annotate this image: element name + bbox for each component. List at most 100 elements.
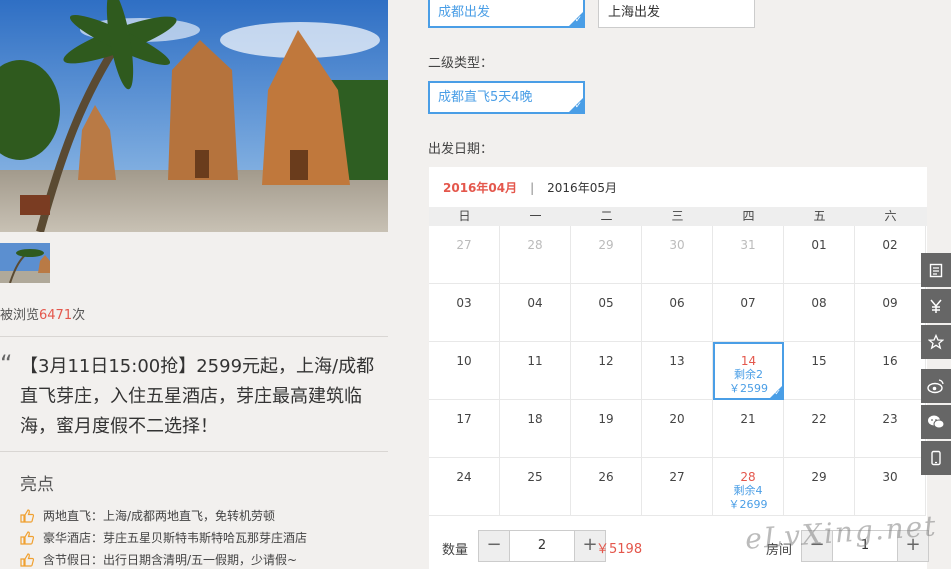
views-number: 6471: [39, 308, 73, 323]
day-number: 19: [598, 412, 614, 426]
calendar-day: 23: [855, 400, 926, 458]
day-number: 26: [598, 470, 614, 484]
month-tab-may[interactable]: 2016年05月: [547, 181, 617, 195]
calendar-day: 19: [571, 400, 642, 458]
calendar-day: 08: [784, 284, 855, 342]
option-shanghai-departure[interactable]: 上海出发: [598, 0, 755, 28]
calendar-day: 27: [642, 458, 713, 516]
day-number: 31: [740, 238, 756, 252]
calendar-day: 30: [855, 458, 926, 516]
calendar-day: 02: [855, 226, 926, 284]
day-number: 20: [669, 412, 685, 426]
day-number: 15: [811, 354, 827, 368]
day-number: 18: [527, 412, 543, 426]
sidebar-favorite-button[interactable]: [921, 325, 951, 359]
calendar-day: 11: [500, 342, 571, 400]
calendar-day: 01: [784, 226, 855, 284]
month-tab-april[interactable]: 2016年04月: [443, 181, 517, 195]
calendar-day: 05: [571, 284, 642, 342]
calendar-day: 18: [500, 400, 571, 458]
highlights-title: 亮点: [20, 475, 54, 495]
day-price: ￥2699: [728, 498, 768, 511]
option-label: 上海出发: [608, 5, 661, 20]
highlight-item: 含节假日：出行日期含清明/五一假期，少请假~: [20, 551, 297, 568]
calendar-day: 29: [784, 458, 855, 516]
sidebar-price-button[interactable]: [921, 289, 951, 323]
day-number: 29: [811, 470, 827, 484]
calendar-day[interactable]: 28 剩余4 ￥2699: [713, 458, 784, 516]
day-number: 13: [669, 354, 685, 368]
option-chengdu-direct[interactable]: 成都直飞5天4晚 ✓: [428, 81, 585, 114]
calendar-day: 04: [500, 284, 571, 342]
booking-panel: 成都出发 ✓ 上海出发 二级类型： 成都直飞5天4晚 ✓ 出发日期： 2016年…: [388, 0, 951, 569]
thumbs-up-icon: [20, 552, 34, 567]
calendar-day: 22: [784, 400, 855, 458]
calendar-day: 03: [429, 284, 500, 342]
mobile-phone-icon: [931, 450, 941, 466]
calendar-day: 27: [429, 226, 500, 284]
calendar-day: 28: [500, 226, 571, 284]
month-switcher: 2016年04月 | 2016年05月: [443, 179, 617, 196]
calendar-day: 17: [429, 400, 500, 458]
day-number: 28: [740, 470, 756, 484]
day-number: 14: [740, 354, 757, 368]
gallery-thumbnail[interactable]: [0, 243, 50, 283]
thumbs-up-icon: [20, 508, 34, 523]
calendar-day: 25: [500, 458, 571, 516]
subtype-label: 二级类型：: [428, 56, 494, 71]
day-number: 28: [527, 238, 543, 252]
quantity-input[interactable]: 2: [509, 531, 575, 561]
day-number: 01: [811, 238, 827, 252]
sidebar-clipboard-button[interactable]: [921, 253, 951, 287]
calendar-day: 30: [642, 226, 713, 284]
views-prefix: 被浏览: [0, 308, 40, 323]
total-price: ￥5198: [596, 542, 643, 557]
option-label: 成都直飞5天4晚: [438, 90, 533, 105]
calendar-day: 26: [571, 458, 642, 516]
calendar-day: 20: [642, 400, 713, 458]
weekday: 一: [529, 209, 542, 223]
day-number: 05: [598, 296, 614, 310]
day-number: 27: [456, 238, 472, 252]
calendar: 2016年04月 | 2016年05月 日 一 二 三 四 五 六 27 28 29 30…: [429, 167, 927, 569]
thumbnail-image: [0, 243, 50, 283]
day-number: 24: [456, 470, 472, 484]
weekday: 二: [600, 209, 613, 223]
sidebar-wechat-button[interactable]: [921, 405, 951, 439]
day-number: 30: [669, 238, 685, 252]
highlight-text: 含节假日：出行日期含清明/五一假期，少请假~: [43, 553, 298, 567]
star-icon: [928, 334, 944, 350]
calendar-day: 10: [429, 342, 500, 400]
option-chengdu-departure[interactable]: 成都出发 ✓: [428, 0, 585, 28]
day-number: 16: [882, 354, 898, 368]
day-number: 29: [598, 238, 614, 252]
day-number: 08: [811, 296, 827, 310]
sidebar-mobile-button[interactable]: [921, 441, 951, 475]
check-icon: ✓: [574, 101, 582, 111]
calendar-day: 12: [571, 342, 642, 400]
weekday: 日: [458, 209, 471, 223]
day-remaining: 剩余4: [733, 484, 763, 497]
calendar-day[interactable]: 14 剩余2 ￥2599 ✓: [713, 342, 784, 400]
check-icon: ✓: [574, 15, 582, 25]
weibo-icon: [927, 379, 944, 394]
day-number: 22: [811, 412, 827, 426]
hero-photo[interactable]: [0, 0, 388, 232]
day-number: 07: [740, 296, 756, 310]
date-label: 出发日期：: [428, 142, 494, 157]
weekday: 五: [813, 209, 826, 223]
sidebar-weibo-button[interactable]: [921, 369, 951, 403]
highlight-text: 豪华酒店：芽庄五星贝斯特韦斯特哈瓦那芽庄酒店: [43, 531, 308, 545]
product-title: 【3月11日15:00抢】2599元起，上海/成都直飞芽庄，入住五星酒店，芽庄最…: [20, 356, 375, 437]
temple-photo: [0, 0, 388, 232]
quote-mark: “: [0, 350, 13, 378]
calendar-day: 13: [642, 342, 713, 400]
wechat-icon: [928, 415, 945, 429]
left-column: 被浏览6471次 “ 【3月11日15:00抢】2599元起，上海/成都直飞芽庄…: [0, 0, 388, 569]
highlight-item: 两地直飞：上海/成都两地直飞，免转机劳顿: [20, 507, 275, 524]
quantity-minus-button[interactable]: −: [479, 531, 509, 561]
day-number: 12: [598, 354, 614, 368]
quantity-label: 数量: [442, 543, 469, 558]
day-number: 09: [882, 296, 898, 310]
weekday: 六: [884, 209, 897, 223]
